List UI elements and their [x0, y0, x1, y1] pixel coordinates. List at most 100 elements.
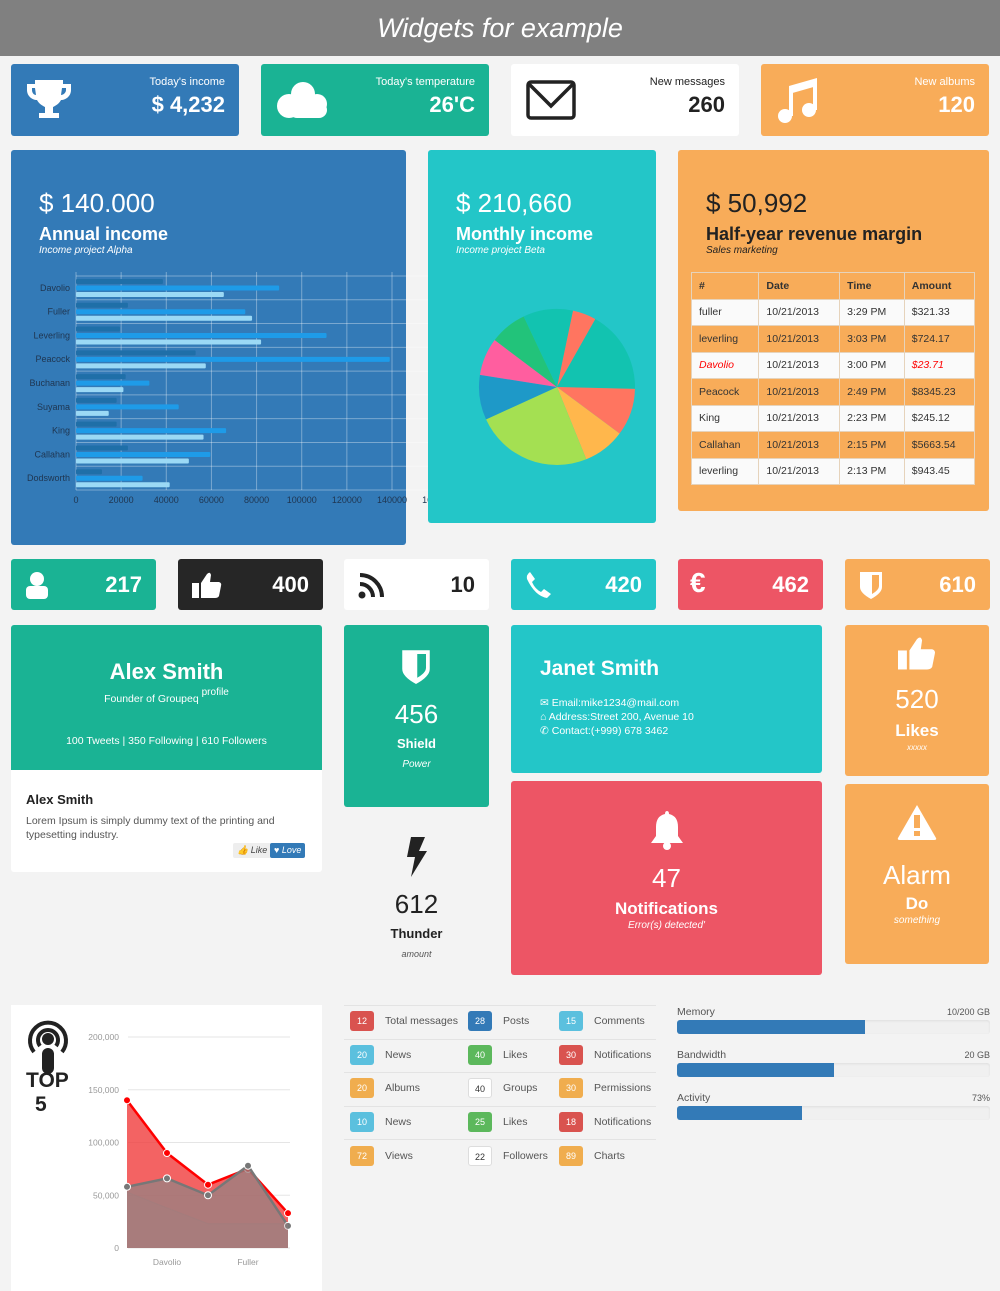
bar [76, 404, 179, 410]
data-point[interactable] [204, 1191, 212, 1200]
progress-label: Memory [677, 1006, 715, 1018]
top5-area-chart: 0 50,000 100,000 150,000 200,000 Davolio Fulle… [88, 1032, 292, 1267]
x-tick-label: 40000 [154, 495, 179, 505]
table-cell: $943.45 [903, 457, 976, 485]
stat-rss: 10 [344, 559, 489, 610]
category-label: Dodsworth [27, 473, 70, 483]
table-cell: 2:13 PM [839, 457, 905, 485]
category-label: Davolio [40, 283, 70, 293]
profile-role: Founder of Groupeq [104, 693, 199, 705]
list-item-label[interactable]: Likes [503, 1116, 528, 1128]
list-item-label[interactable]: Total messages [385, 1015, 458, 1027]
profile-name: Alex Smith [109, 659, 224, 684]
list-item-label[interactable]: Charts [594, 1150, 625, 1162]
table-cell: Davolio [690, 351, 760, 379]
stat-value: 420 [605, 572, 642, 597]
count-badge: 12 [350, 1011, 374, 1031]
table-cell: $321.33 [903, 298, 976, 326]
data-point[interactable] [163, 1174, 171, 1183]
divider [344, 1072, 656, 1073]
col-header: Date [758, 272, 841, 300]
user-icon [26, 572, 48, 599]
list-item-label[interactable]: News [385, 1049, 411, 1061]
card-label: Today's temperature [375, 76, 475, 88]
euro-icon: € [690, 567, 706, 598]
category-label: Peacock [35, 354, 70, 364]
list-item-label[interactable]: Posts [503, 1015, 529, 1027]
data-point[interactable] [204, 1180, 212, 1189]
x-tick-label: 0 [73, 495, 78, 505]
contact-card: Janet Smith ✉ Email:mike1234@mail.com ⌂ … [511, 625, 822, 773]
bar [76, 475, 143, 481]
table-row[interactable]: Callahan 10/21/2013 2:15 PM $5663.54 [690, 431, 976, 459]
divider [344, 1106, 656, 1107]
love-label: Love [281, 845, 302, 855]
progress-value: 73% [971, 1093, 990, 1103]
stat-phone: 420 [511, 559, 656, 610]
cloud-icon [277, 82, 327, 118]
bar [76, 421, 117, 427]
count-badge: 28 [468, 1011, 492, 1031]
bar [76, 482, 170, 488]
count-badge: 30 [559, 1078, 583, 1098]
likes-title: Likes [895, 721, 939, 740]
table-cell: Callahan [690, 431, 760, 459]
contact-address: Address:Street 200, Avenue 10 [548, 711, 694, 723]
data-point[interactable] [123, 1182, 131, 1191]
table-row[interactable]: leverling 10/21/2013 3:03 PM $724.17 [690, 325, 976, 353]
bar [76, 326, 121, 332]
list-item-label[interactable]: Albums [385, 1082, 420, 1094]
profile-counts: 100 Tweets | 350 Following | 610 Followe… [66, 735, 267, 747]
phone-icon: ✆ [540, 725, 549, 737]
divider [344, 1039, 656, 1040]
count-badge: 10 [350, 1112, 374, 1132]
revenue-table: # Date Time Amount fuller 10/21/2013 3:29 … [690, 272, 976, 485]
data-point[interactable] [284, 1209, 292, 1218]
count-badge: 22 [468, 1146, 492, 1166]
table-cell: 10/21/2013 [758, 325, 841, 353]
todays-income-card: Today's income $ 4,232 [11, 64, 239, 136]
list-item-label[interactable]: News [385, 1116, 411, 1128]
bar [76, 451, 211, 457]
list-item-label[interactable]: Comments [594, 1015, 645, 1027]
bar [76, 445, 128, 451]
contact-email[interactable]: Email:mike1234@mail.com [552, 697, 679, 709]
thumbs-up-icon [192, 572, 222, 598]
progress-bar [677, 1106, 990, 1120]
likes-card: 520 Likes xxxxx [845, 625, 989, 776]
bar [76, 458, 189, 464]
list-item-label[interactable]: Likes [503, 1049, 528, 1061]
like-button[interactable]: 👍 Like [233, 843, 272, 858]
alarm-title: Alarm [883, 860, 951, 890]
table-cell: 10/21/2013 [758, 404, 841, 432]
love-button[interactable]: ♥ Love [270, 843, 306, 858]
table-cell: $724.17 [903, 325, 976, 353]
alarm-sub1: Do [905, 894, 929, 913]
list-item-label[interactable]: Views [385, 1150, 413, 1162]
stat-likes: 400 [178, 559, 323, 610]
progress-value: 10/200 GB [946, 1007, 990, 1017]
table-row[interactable]: King 10/21/2013 2:23 PM $245.12 [690, 404, 976, 432]
stat-euro: € 462 [678, 559, 823, 610]
list-item-label[interactable]: Permissions [594, 1082, 651, 1094]
category-label: Suyama [37, 402, 70, 412]
list-item-label[interactable]: Notifications [594, 1049, 651, 1061]
annual-income-card: $ 140.000 Annual income Income project A… [11, 150, 452, 545]
list-item-label[interactable]: Followers [503, 1150, 548, 1162]
thunder-title: Thunder [390, 926, 443, 941]
table-row[interactable]: Peacock 10/21/2013 2:49 PM $8345.23 [690, 378, 976, 406]
count-badge: 72 [350, 1146, 374, 1166]
table-row[interactable]: leverling 10/21/2013 2:13 PM $943.45 [690, 457, 976, 485]
progress-label: Activity [677, 1092, 711, 1104]
data-point[interactable] [244, 1161, 252, 1170]
table-row[interactable]: fuller 10/21/2013 3:29 PM $321.33 [690, 298, 976, 326]
y-tick-label: 200,000 [88, 1032, 119, 1042]
shield-value: 456 [394, 699, 439, 729]
data-point[interactable] [123, 1096, 131, 1105]
stat-users: 217 [11, 559, 156, 610]
table-row[interactable]: Davolio 10/21/2013 3:00 PM $23.71 [690, 351, 976, 379]
data-point[interactable] [163, 1149, 171, 1158]
list-item-label[interactable]: Groups [503, 1082, 537, 1094]
x-tick-label: Fuller [237, 1257, 258, 1267]
list-item-label[interactable]: Notifications [594, 1116, 651, 1128]
